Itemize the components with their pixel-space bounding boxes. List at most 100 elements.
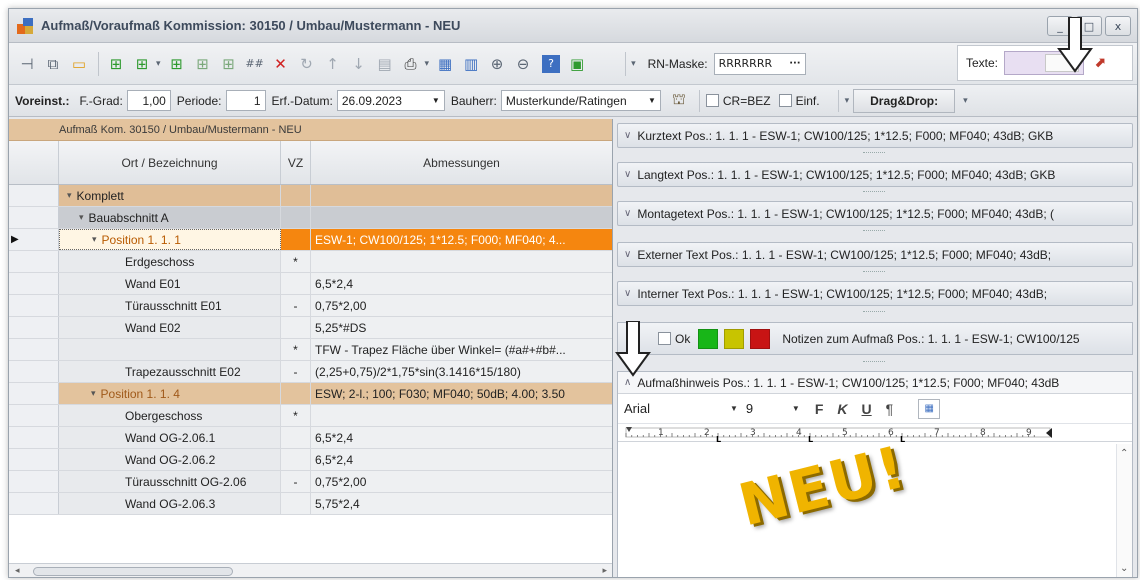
expand-chevron-icon[interactable]: ▾: [91, 388, 96, 399]
paragraph-button[interactable]: ¶: [886, 401, 894, 417]
report-icon[interactable]: ▦: [433, 52, 457, 76]
cell-abmessungen[interactable]: [311, 185, 612, 206]
cell-ort[interactable]: Türausschnitt E01: [59, 295, 281, 316]
add-group-icon[interactable]: ⊞: [130, 52, 154, 76]
group-row[interactable]: ▾ Komplett: [9, 185, 612, 207]
cell-ort[interactable]: [59, 339, 281, 360]
table-row[interactable]: Wand E01 6,5*2,4: [9, 273, 612, 295]
undo-icon[interactable]: ↻: [295, 52, 319, 76]
cell-abmessungen[interactable]: ESW; 2-l.; 100; F030; MF040; 50dB; 4.00;…: [311, 383, 612, 404]
cell-ort[interactable]: ▾ Bauabschnitt A: [59, 207, 281, 228]
cell-vz[interactable]: -: [281, 471, 311, 492]
subgroup-row[interactable]: ▾ Bauabschnitt A: [9, 207, 612, 229]
splitter-grip[interactable]: [863, 311, 885, 314]
column-header-vz[interactable]: VZ: [281, 141, 311, 184]
cell-ort[interactable]: ▾ Komplett: [59, 185, 281, 206]
cell-vz[interactable]: [281, 229, 311, 250]
cell-vz[interactable]: [281, 449, 311, 470]
splitter-grip[interactable]: [863, 271, 885, 274]
tab-stop-marker[interactable]: L: [808, 435, 813, 444]
cell-abmessungen[interactable]: 5,75*2,4: [311, 493, 612, 514]
table-row[interactable]: Obergeschoss *: [9, 405, 612, 427]
cell-abmessungen[interactable]: 6,5*2,4: [311, 449, 612, 470]
row-indicator[interactable]: [9, 383, 59, 404]
expand-chevron-icon[interactable]: ▾: [92, 234, 97, 245]
cell-ort[interactable]: Türausschnitt OG-2.06: [59, 471, 281, 492]
ok-checkbox[interactable]: [658, 332, 671, 345]
cr-bez-checkbox[interactable]: [705, 94, 719, 107]
cell-abmessungen[interactable]: 5,25*#DS: [311, 317, 612, 338]
position-row[interactable]: ▾ Position 1. 1. 4 ESW; 2-l.; 100; F030; M…: [9, 383, 612, 405]
table-row[interactable]: Erdgeschoss *: [9, 251, 612, 273]
cell-vz[interactable]: -: [281, 361, 311, 382]
scroll-down-icon[interactable]: ⌄: [1120, 563, 1128, 574]
tab-stop-marker[interactable]: L: [716, 435, 721, 444]
chevron-down-icon[interactable]: ▼: [792, 404, 800, 413]
section-montagetext[interactable]: ∨ Montagetext Pos.: 1. 1. 1 - ESW-1; CW10…: [617, 201, 1133, 226]
chevron-down-icon[interactable]: ▾: [156, 59, 161, 69]
chevron-down-icon[interactable]: ▼: [730, 404, 738, 413]
cell-vz[interactable]: [281, 273, 311, 294]
save-icon[interactable]: ▤: [373, 52, 397, 76]
cell-abmessungen[interactable]: 6,5*2,4: [311, 427, 612, 448]
cell-vz[interactable]: [281, 427, 311, 448]
font-select[interactable]: Arial: [624, 401, 724, 416]
chevron-down-icon[interactable]: ▾: [963, 95, 968, 106]
cell-vz[interactable]: [281, 185, 311, 206]
scroll-up-icon[interactable]: ⌃: [1120, 448, 1128, 459]
row-indicator[interactable]: [9, 471, 59, 492]
row-indicator[interactable]: [9, 361, 59, 382]
splitter-grip[interactable]: [863, 191, 885, 194]
scroll-left-icon[interactable]: ◂: [15, 566, 20, 576]
cell-ort[interactable]: Trapezausschnitt E02: [59, 361, 281, 382]
cell-ort[interactable]: ▾ Position 1. 1. 4: [59, 383, 281, 404]
status-red-button[interactable]: [750, 328, 771, 349]
cell-vz[interactable]: *: [281, 251, 311, 272]
row-indicator[interactable]: [9, 493, 59, 514]
image-icon[interactable]: ▣: [565, 52, 589, 76]
cell-ort[interactable]: Wand OG-2.06.2: [59, 449, 281, 470]
cell-vz[interactable]: [281, 493, 311, 514]
bauherr-select[interactable]: Musterkunde/Ratingen ▼: [500, 90, 661, 111]
expand-chevron-icon[interactable]: ▾: [67, 190, 72, 201]
cell-vz[interactable]: [281, 207, 311, 228]
cell-ort[interactable]: Obergeschoss: [59, 405, 281, 426]
delete-icon[interactable]: ✕: [269, 52, 293, 76]
section-externer-text[interactable]: ∨ Externer Text Pos.: 1. 1. 1 - ESW-1; CW…: [617, 242, 1133, 267]
periode-input[interactable]: 1: [225, 90, 266, 111]
print-icon[interactable]: ⎙: [399, 52, 423, 76]
row-indicator[interactable]: [9, 251, 59, 272]
numbering-icon[interactable]: ##: [243, 52, 267, 76]
editor-body[interactable]: NEU! ⌃ ⌄: [618, 432, 1132, 577]
cell-ort[interactable]: Wand OG-2.06.3: [59, 493, 281, 514]
zoom-in-icon[interactable]: ⊕: [485, 52, 509, 76]
cell-ort[interactable]: ▾ Position 1. 1. 1: [59, 229, 281, 250]
tab-stop-marker[interactable]: L: [900, 435, 905, 444]
insert-table-icon[interactable]: ▦: [918, 398, 941, 419]
cell-vz[interactable]: *: [281, 405, 311, 426]
insert-row-below-icon[interactable]: ⊞: [217, 52, 241, 76]
section-interner-text[interactable]: ∨ Interner Text Pos.: 1. 1. 1 - ESW-1; CW…: [617, 281, 1133, 306]
cell-abmessungen[interactable]: TFW - Trapez Fläche über Winkel= (#a#+#b…: [311, 339, 612, 360]
cell-abmessungen[interactable]: 0,75*2,00: [311, 471, 612, 492]
cell-vz[interactable]: *: [281, 339, 311, 360]
row-indicator[interactable]: [9, 405, 59, 426]
row-indicator[interactable]: [9, 207, 59, 228]
cell-vz[interactable]: -: [281, 295, 311, 316]
rn-mask-button[interactable]: ···: [785, 58, 804, 69]
table-row[interactable]: Wand E02 5,25*#DS: [9, 317, 612, 339]
table-row[interactable]: Wand OG-2.06.3 5,75*2,4: [9, 493, 612, 515]
row-indicator[interactable]: [9, 185, 59, 206]
row-indicator[interactable]: [9, 295, 59, 316]
section-kurztext[interactable]: ∨ Kurztext Pos.: 1. 1. 1 - ESW-1; CW100/1…: [617, 123, 1133, 148]
splitter-grip[interactable]: [863, 361, 885, 364]
cell-ort[interactable]: Erdgeschoss: [59, 251, 281, 272]
add-position-icon[interactable]: ⊞: [104, 52, 128, 76]
splitter-grip[interactable]: [863, 152, 885, 155]
export-icon[interactable]: ⧉: [41, 52, 65, 76]
position-row[interactable]: ▶ ▾ Position 1. 1. 1 ESW-1; CW100/125; 1*12…: [9, 229, 612, 251]
row-indicator[interactable]: [9, 317, 59, 338]
table-row[interactable]: * TFW - Trapez Fläche über Winkel= (#a#+#…: [9, 339, 612, 361]
table-row[interactable]: Wand OG-2.06.1 6,5*2,4: [9, 427, 612, 449]
cell-abmessungen[interactable]: [311, 251, 612, 272]
